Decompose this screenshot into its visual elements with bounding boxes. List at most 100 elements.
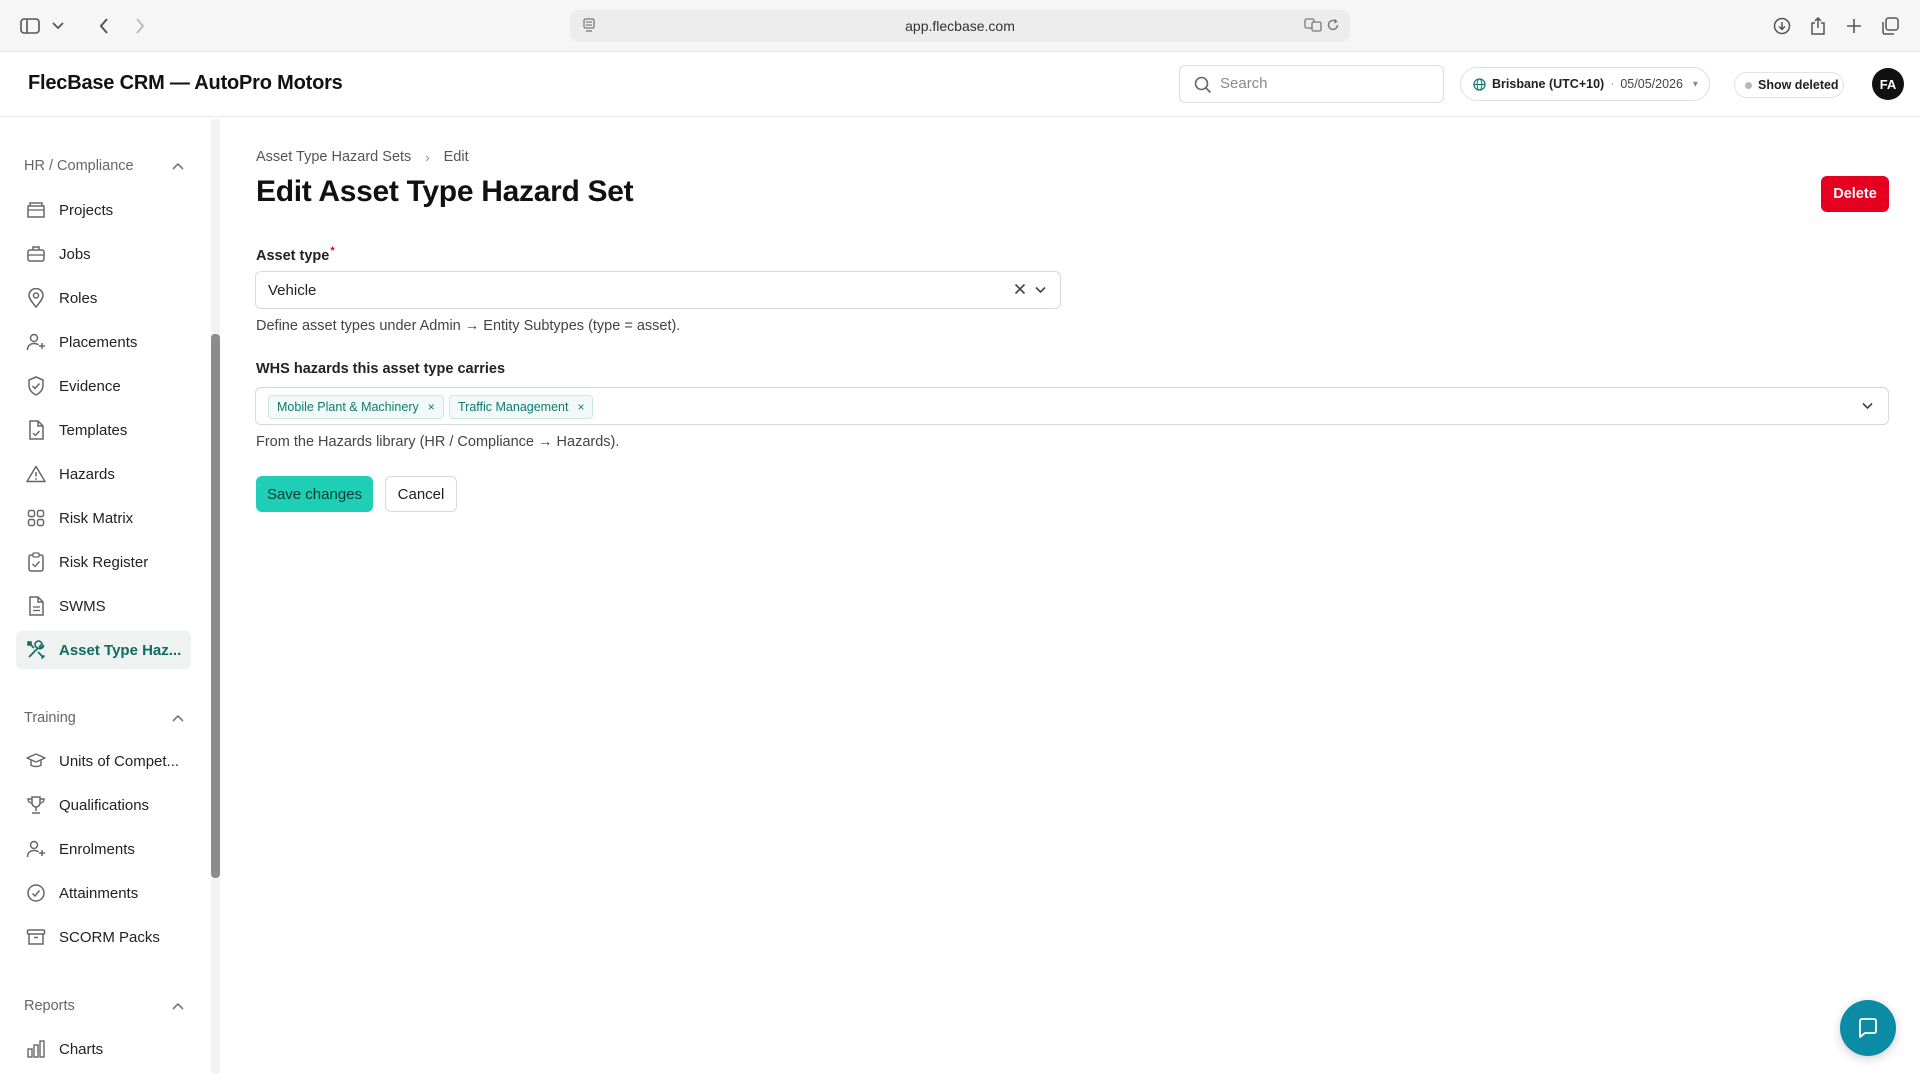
app-title: FlecBase CRM — AutoPro Motors xyxy=(28,72,343,94)
download-icon[interactable] xyxy=(1768,12,1796,40)
chevron-right-icon: › xyxy=(425,149,430,165)
sidebar-item-label: Asset Type Haz... xyxy=(59,641,182,659)
page-title: Edit Asset Type Hazard Set xyxy=(256,175,634,208)
user-plus-icon xyxy=(25,838,47,860)
hazard-chip: Mobile Plant & Machinery × xyxy=(268,395,444,419)
new-tab-plus-icon[interactable] xyxy=(1840,12,1868,40)
folder-icon xyxy=(25,199,47,221)
chevron-down-icon: ▾ xyxy=(1692,78,1698,90)
breadcrumb-parent-link[interactable]: Asset Type Hazard Sets xyxy=(256,149,411,165)
sidebar-item-label: Placements xyxy=(59,333,138,351)
sidebar-item-enrolments[interactable]: Enrolments xyxy=(16,830,191,868)
sidebar-item-risk-register[interactable]: Risk Register xyxy=(16,543,191,581)
chevron-down-icon[interactable] xyxy=(1861,399,1874,412)
required-marker: * xyxy=(330,245,335,257)
asset-type-label-text: Asset type xyxy=(256,247,330,264)
sidebar-item-hazards[interactable]: Hazards xyxy=(16,455,191,493)
reload-icon[interactable] xyxy=(1326,18,1340,32)
forward-arrow-icon[interactable] xyxy=(126,12,154,40)
sidebar-item-label: Hazards xyxy=(59,465,115,483)
sidebar-item-templates[interactable]: Templates xyxy=(16,411,191,449)
browser-toolbar: app.flecbase.com xyxy=(0,0,1920,52)
sidebar-item-attainments[interactable]: Attainments xyxy=(16,874,191,912)
grid-icon xyxy=(25,507,47,529)
sidebar-group-title: HR / Compliance xyxy=(24,158,134,174)
sidebar-item-label: Jobs xyxy=(59,245,91,263)
sidebar-item-roles[interactable]: Roles xyxy=(16,279,191,317)
sidebar-group-hr-compliance[interactable]: HR / Compliance xyxy=(24,156,184,176)
sidebar-scrollbar-thumb[interactable] xyxy=(211,334,220,878)
sidebar-item-units-of-competency[interactable]: Units of Compet... xyxy=(16,742,191,780)
clipboard-check-icon xyxy=(25,551,47,573)
timezone-selector[interactable]: Brisbane (UTC+10) · 05/05/2026 ▾ xyxy=(1460,67,1710,101)
asset-type-select[interactable]: Vehicle xyxy=(255,271,1061,309)
sidebar-group-reports[interactable]: Reports xyxy=(24,996,184,1016)
asset-type-help: Define asset types under Admin → Entity … xyxy=(256,318,681,334)
sidebar-item-risk-matrix[interactable]: Risk Matrix xyxy=(16,499,191,537)
back-arrow-icon[interactable] xyxy=(90,12,118,40)
check-circle-icon xyxy=(25,882,47,904)
chat-button[interactable] xyxy=(1840,1000,1896,1056)
search-input[interactable] xyxy=(1220,75,1430,92)
remove-chip-icon[interactable]: × xyxy=(577,400,584,414)
sidebar-item-projects[interactable]: Projects xyxy=(16,191,191,229)
sidebar-group-training[interactable]: Training xyxy=(24,708,184,728)
sidebar-item-scorm-packs[interactable]: SCORM Packs xyxy=(16,918,191,956)
sidebar-item-placements[interactable]: Placements xyxy=(16,323,191,361)
chat-bubble-icon xyxy=(1856,1016,1880,1040)
sidebar-item-jobs[interactable]: Jobs xyxy=(16,235,191,273)
user-plus-icon xyxy=(25,331,47,353)
share-icon[interactable] xyxy=(1804,12,1832,40)
sidebar-item-charts[interactable]: Charts xyxy=(16,1030,191,1068)
hazards-label: WHS hazards this asset type carries xyxy=(256,361,506,377)
delete-button[interactable]: Delete xyxy=(1821,176,1889,212)
sidebar-item-label: Risk Register xyxy=(59,553,149,571)
graduation-cap-icon xyxy=(25,750,47,772)
bar-chart-icon xyxy=(25,1038,47,1060)
asset-type-label: Asset type* xyxy=(256,245,335,264)
remove-chip-icon[interactable]: × xyxy=(428,400,435,414)
briefcase-icon xyxy=(25,243,47,265)
sidebar-item-label: Enrolments xyxy=(59,840,135,858)
chevron-down-icon[interactable] xyxy=(1034,283,1047,296)
sidebar-item-label: Evidence xyxy=(59,377,121,395)
hazard-chip-label: Traffic Management xyxy=(458,400,569,414)
address-bar[interactable]: app.flecbase.com xyxy=(570,10,1350,42)
sidebar-item-label: Roles xyxy=(59,289,98,307)
sidebar-item-swms[interactable]: SWMS xyxy=(16,587,191,625)
sidebar-item-label: SCORM Packs xyxy=(59,928,160,946)
sidebar-item-label: Qualifications xyxy=(59,796,150,814)
tab-overview-icon[interactable] xyxy=(1876,12,1904,40)
map-pin-icon xyxy=(25,287,47,309)
hazard-chip-label: Mobile Plant & Machinery xyxy=(277,400,419,414)
chevron-down-icon[interactable] xyxy=(44,12,72,40)
timezone-separator: · xyxy=(1610,77,1615,91)
breadcrumb: Asset Type Hazard Sets › Edit xyxy=(256,149,469,165)
hazards-help: From the Hazards library (HR / Complianc… xyxy=(256,434,620,450)
sidebar-item-qualifications[interactable]: Qualifications xyxy=(16,786,191,824)
breadcrumb-current: Edit xyxy=(443,149,469,165)
cancel-button[interactable]: Cancel xyxy=(385,476,457,512)
shield-check-icon xyxy=(25,375,47,397)
sidebar-group-title: Training xyxy=(24,710,76,726)
sidebar-toggle-icon[interactable] xyxy=(16,12,44,40)
url-text: app.flecbase.com xyxy=(905,18,1015,34)
timezone-date: 05/05/2026 xyxy=(1620,77,1683,91)
sidebar-item-asset-type-hazard-sets[interactable]: Asset Type Haz... xyxy=(16,631,191,669)
sidebar-group-title: Reports xyxy=(24,998,75,1014)
chevron-up-icon xyxy=(172,1002,184,1010)
sidebar-item-label: SWMS xyxy=(59,597,106,615)
clear-icon[interactable] xyxy=(1013,282,1027,296)
show-deleted-toggle[interactable]: Show deleted xyxy=(1734,72,1844,98)
warning-triangle-icon xyxy=(25,463,47,485)
save-changes-button[interactable]: Save changes xyxy=(256,476,373,512)
tools-icon xyxy=(25,639,47,661)
file-check-icon xyxy=(25,419,47,441)
archive-box-icon xyxy=(25,926,47,948)
sidebar-item-label: Risk Matrix xyxy=(59,509,134,527)
sidebar-item-evidence[interactable]: Evidence xyxy=(16,367,191,405)
avatar[interactable]: FA xyxy=(1872,68,1904,100)
hazards-multiselect[interactable]: Mobile Plant & Machinery × Traffic Manag… xyxy=(255,387,1889,425)
search-box[interactable] xyxy=(1179,65,1444,103)
translate-icon[interactable] xyxy=(1304,18,1322,32)
